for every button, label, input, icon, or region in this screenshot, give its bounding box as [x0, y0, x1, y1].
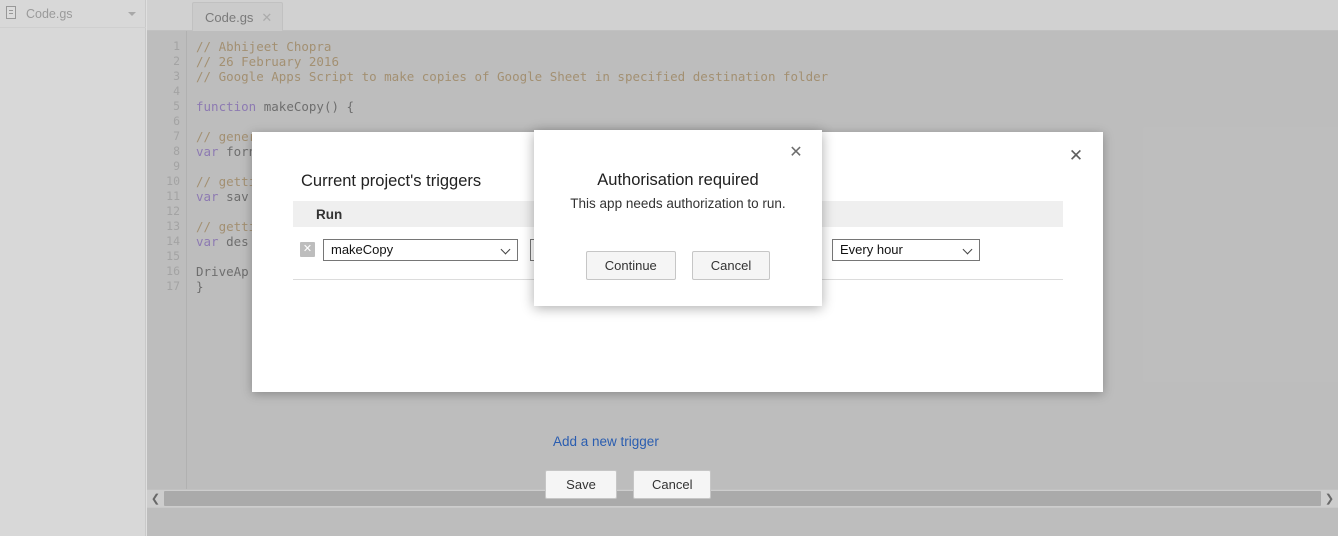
save-button[interactable]: Save: [545, 470, 617, 499]
close-icon[interactable]: ✕: [1065, 144, 1087, 166]
trigger-run-select[interactable]: makeCopy: [323, 239, 518, 261]
add-new-trigger-link[interactable]: Add a new trigger: [553, 434, 659, 449]
trigger-run-value: makeCopy: [331, 242, 496, 257]
dialog-actions: Save Cancel: [545, 470, 711, 499]
modal-message: This app needs authorization to run.: [534, 196, 822, 211]
auth-cancel-button[interactable]: Cancel: [692, 251, 770, 280]
cancel-button[interactable]: Cancel: [633, 470, 711, 499]
column-header-run: Run: [293, 207, 535, 222]
modal-actions: Continue Cancel: [534, 251, 822, 280]
close-icon[interactable]: ✕: [786, 143, 806, 163]
modal-title: Authorisation required: [534, 171, 822, 190]
dialog-title: Current project's triggers: [301, 172, 481, 191]
trigger-schedule-select[interactable]: Every hour: [832, 239, 980, 261]
continue-button[interactable]: Continue: [586, 251, 676, 280]
close-icon[interactable]: ✕: [300, 242, 315, 257]
chevron-down-icon: [502, 245, 511, 254]
trigger-schedule-value: Every hour: [840, 242, 958, 257]
chevron-down-icon: [964, 245, 973, 254]
authorisation-modal: ✕ Authorisation required This app needs …: [534, 130, 822, 306]
